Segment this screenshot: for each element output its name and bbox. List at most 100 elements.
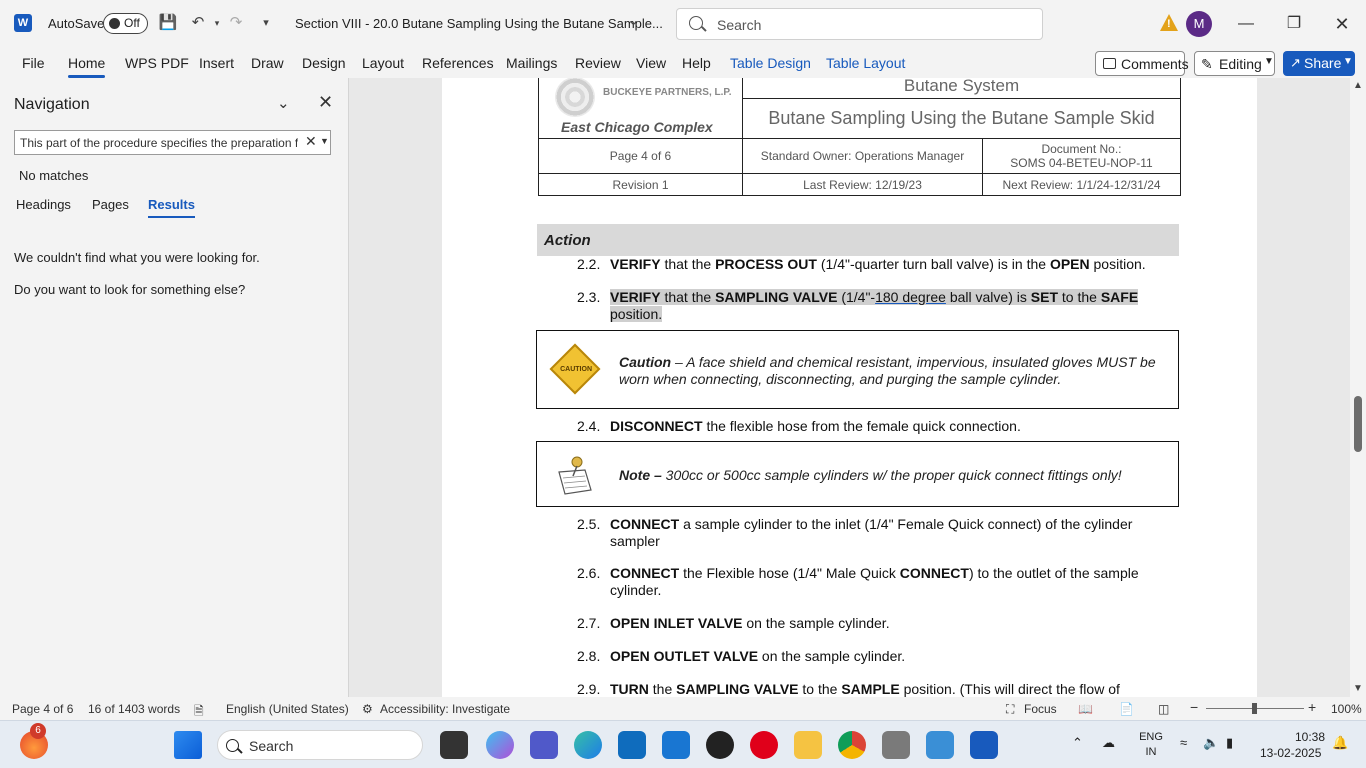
file-explorer-icon[interactable] <box>794 731 822 759</box>
edge-icon[interactable] <box>574 731 602 759</box>
clear-search-icon[interactable]: ✕ <box>305 133 317 150</box>
maximize-icon[interactable]: ❐ <box>1282 12 1306 36</box>
nav-tab-pages[interactable]: Pages <box>92 197 129 212</box>
read-mode-icon[interactable]: 📖 <box>1078 702 1093 716</box>
document-title[interactable]: Section VIII - 20.0 Butane Sampling Usin… <box>295 16 663 31</box>
accessibility-icon: ⚙ <box>362 702 373 716</box>
tab-mailings[interactable]: Mailings <box>506 55 557 71</box>
battery-icon[interactable]: ▮ <box>1226 735 1233 751</box>
app-icon[interactable] <box>926 731 954 759</box>
accessibility-status[interactable]: Accessibility: Investigate <box>380 702 510 716</box>
editing-button[interactable]: ✎ Editing ▼ <box>1194 51 1275 76</box>
chevron-up-icon[interactable]: ⌃ <box>1072 735 1083 751</box>
wifi-icon[interactable]: ≈ <box>1180 735 1187 750</box>
word-count[interactable]: 16 of 1403 words <box>88 702 180 716</box>
warning-icon[interactable]: ! <box>1160 14 1178 31</box>
nav-tab-headings[interactable]: Headings <box>16 197 71 212</box>
step-number: 2.2. <box>577 256 601 272</box>
clock-time[interactable]: 10:38 <box>1287 730 1325 745</box>
action-label: Action <box>544 232 591 249</box>
redo-icon[interactable]: ↷ <box>226 13 246 33</box>
app-icon[interactable] <box>882 731 910 759</box>
windows-start-icon[interactable] <box>174 731 202 759</box>
taskbar-search-label: Search <box>249 738 294 754</box>
tab-layout[interactable]: Layout <box>362 55 404 71</box>
no-results-message: We couldn't find what you were looking f… <box>14 250 260 265</box>
scrollbar-thumb[interactable] <box>1354 396 1362 452</box>
task-view-icon[interactable] <box>440 731 468 759</box>
tab-view[interactable]: View <box>636 55 666 71</box>
word-taskbar-icon[interactable] <box>970 731 998 759</box>
clock-date[interactable]: 13-02-2025 <box>1260 746 1321 760</box>
chevron-down-icon[interactable]: ⌄ <box>628 13 639 29</box>
comments-label: Comments <box>1121 56 1189 72</box>
scroll-down-icon[interactable]: ▼ <box>1353 683 1363 694</box>
navigation-search-input[interactable] <box>20 134 298 151</box>
undo-dropdown-icon[interactable]: ▾ <box>207 13 227 33</box>
site-name: East Chicago Complex <box>561 119 713 135</box>
step-text: CONNECT the Flexible hose (1/4" Male Qui… <box>610 565 1139 598</box>
tab-review[interactable]: Review <box>575 55 621 71</box>
save-icon[interactable]: 💾 <box>158 13 178 33</box>
page-indicator[interactable]: Page 4 of 6 <box>12 702 73 716</box>
language-indicator[interactable]: English (United States) <box>226 702 349 716</box>
avatar[interactable]: M <box>1186 11 1212 37</box>
document-area[interactable]: BUCKEYE PARTNERS, L.P. East Chicago Comp… <box>350 78 1350 697</box>
close-icon[interactable]: ✕ <box>1330 12 1354 36</box>
document-number-label: Document No.: <box>1041 142 1122 156</box>
navigation-search[interactable]: ✕ ▼ <box>14 130 331 155</box>
step-text: OPEN OUTLET VALVE on the sample cylinder… <box>610 648 906 664</box>
web-layout-icon[interactable]: ◫ <box>1158 702 1169 716</box>
chevron-down-icon[interactable]: ⌄ <box>277 94 290 112</box>
tab-table-design[interactable]: Table Design <box>730 55 811 71</box>
chevron-down-icon[interactable]: ▼ <box>320 136 329 146</box>
store-icon[interactable] <box>618 731 646 759</box>
network-status-icon[interactable]: ☁ <box>1102 735 1115 751</box>
notification-icon[interactable]: 🔔 <box>1332 735 1348 751</box>
focus-icon[interactable]: ⛶ <box>1006 702 1014 717</box>
vertical-scrollbar[interactable]: ▲ ▼ <box>1350 78 1366 697</box>
focus-mode[interactable]: Focus <box>1024 702 1057 716</box>
document-number: SOMS 04-BETEU-NOP-11 <box>1010 156 1153 170</box>
autosave-toggle[interactable]: Off <box>103 13 148 34</box>
scroll-up-icon[interactable]: ▲ <box>1353 80 1363 91</box>
search-icon <box>226 739 239 752</box>
power-automate-icon[interactable] <box>662 731 690 759</box>
undo-icon[interactable]: ↶ <box>188 13 208 33</box>
volume-icon[interactable]: 🔈 <box>1203 735 1219 751</box>
copilot-icon[interactable] <box>486 731 514 759</box>
print-layout-icon[interactable]: 📄 <box>1119 702 1134 716</box>
chrome-icon[interactable] <box>838 731 866 759</box>
customize-toolbar-icon[interactable]: ▾ <box>256 13 276 33</box>
close-icon[interactable]: ✕ <box>318 92 333 113</box>
tab-table-layout[interactable]: Table Layout <box>826 55 905 71</box>
word-app-icon: W <box>14 14 32 32</box>
zoom-level[interactable]: 100% <box>1331 702 1362 716</box>
opera-icon[interactable] <box>750 731 778 759</box>
tab-insert[interactable]: Insert <box>199 55 234 71</box>
share-icon: ↗ <box>1290 55 1301 70</box>
tab-design[interactable]: Design <box>302 55 346 71</box>
chevron-down-icon: ▼ <box>1343 56 1353 67</box>
dell-icon[interactable] <box>706 731 734 759</box>
comments-button[interactable]: Comments <box>1095 51 1189 76</box>
tab-file[interactable]: File <box>22 55 45 71</box>
nav-tab-results[interactable]: Results <box>148 197 195 218</box>
tab-references[interactable]: References <box>422 55 494 71</box>
taskbar-search[interactable]: Search <box>217 730 423 760</box>
tab-draw[interactable]: Draw <box>251 55 284 71</box>
zoom-in-icon[interactable]: + <box>1308 699 1316 715</box>
tab-home[interactable]: Home <box>68 55 106 78</box>
language-indicator[interactable]: ENG IN <box>1136 730 1166 760</box>
tab-help[interactable]: Help <box>682 55 711 71</box>
zoom-out-icon[interactable]: − <box>1190 699 1198 715</box>
tab-wps-pdf[interactable]: WPS PDF <box>125 55 189 71</box>
step-text: VERIFY that the PROCESS OUT (1/4"-quarte… <box>610 256 1146 272</box>
minimize-icon[interactable]: — <box>1234 12 1258 36</box>
share-button[interactable]: ↗ Share ▼ <box>1283 51 1355 76</box>
teams-icon[interactable] <box>530 731 558 759</box>
navigation-title: Navigation <box>14 96 90 113</box>
search-box[interactable]: Search <box>676 8 1043 40</box>
title-bar: W AutoSave Off 💾 ↶ ▾ ↷ ▾ Section VIII - … <box>0 0 1366 48</box>
zoom-slider-handle[interactable] <box>1252 703 1257 714</box>
